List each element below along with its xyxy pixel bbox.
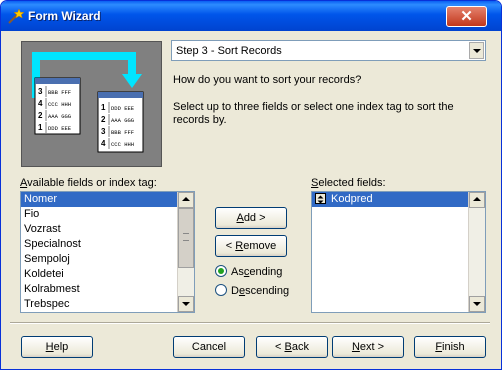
footer-divider: [10, 322, 490, 324]
available-fields-label: Available fields or index tag:: [20, 177, 157, 189]
list-item[interactable]: Sempoloj: [21, 252, 194, 267]
close-icon: ✕: [460, 8, 473, 25]
illustration-row-text: DDD EEE: [111, 105, 135, 112]
sort-illustration: 3 BBB FFF 4 CCC HHH 2 AAA GGG 1 DDD EEE 1 DDD EE…: [21, 41, 162, 167]
list-item[interactable]: Fio: [21, 207, 194, 222]
illustration-row-number: 4: [38, 99, 43, 108]
illustration-row-number: 3: [101, 127, 106, 136]
available-fields-list[interactable]: Nomer Fio Vozrast Specialnost Sempoloj Koldet…: [20, 191, 195, 313]
finish-button[interactable]: Finish: [414, 336, 486, 358]
selected-list-scrollbar[interactable]: [468, 192, 485, 312]
title-bar[interactable]: Form Wizard ✕: [1, 1, 501, 31]
illustration-row-number: 1: [38, 123, 43, 132]
list-item-label: Kodpred: [331, 193, 373, 205]
illustration-row-number: 2: [38, 111, 43, 120]
list-item[interactable]: Specialnost: [21, 237, 194, 252]
illustration-row-number: 3: [38, 87, 43, 96]
illustration-row-text: CCC HHH: [111, 141, 134, 148]
step-dropdown[interactable]: Step 3 - Sort Records: [171, 40, 486, 61]
illustration-row-text: BBB FFF: [48, 89, 71, 96]
sort-question: How do you want to sort your records?: [173, 74, 362, 86]
sort-instructions: Select up to three fields or select one …: [173, 101, 454, 126]
illustration-row-number: 2: [101, 115, 106, 124]
list-item[interactable]: Kolrabmest: [21, 282, 194, 297]
available-list-scrollbar[interactable]: [177, 192, 194, 312]
illustration-row-number: 1: [101, 103, 106, 112]
scroll-up-icon[interactable]: [178, 192, 194, 208]
wizard-body: 3 BBB FFF 4 CCC HHH 2 AAA GGG 1 DDD EEE 1 DDD EE…: [4, 31, 498, 366]
selected-fields-list[interactable]: Kodpred: [311, 191, 486, 313]
close-button[interactable]: ✕: [446, 6, 487, 27]
illustration-row-text: AAA GGG: [111, 117, 134, 124]
cancel-button[interactable]: Cancel: [173, 336, 245, 358]
next-button[interactable]: Next >: [332, 336, 404, 358]
back-button[interactable]: < Back: [256, 336, 328, 358]
wizard-wand-icon: [8, 8, 25, 24]
chevron-down-icon[interactable]: [469, 42, 484, 59]
list-item[interactable]: Nomer: [21, 192, 194, 207]
list-item[interactable]: Vozrast: [21, 222, 194, 237]
list-item[interactable]: Kodpred: [312, 192, 468, 207]
list-item[interactable]: Koldetei: [21, 267, 194, 282]
illustration-row-number: 4: [101, 139, 106, 148]
radio-selected-icon[interactable]: [215, 265, 227, 277]
window-title: Form Wizard: [28, 9, 101, 23]
ascending-label: Ascending: [231, 266, 283, 278]
add-button[interactable]: Add >: [215, 207, 287, 229]
scroll-thumb[interactable]: [178, 208, 194, 268]
remove-button[interactable]: < Remove: [215, 235, 287, 257]
selected-fields-label: Selected fields:: [311, 177, 386, 189]
scroll-up-icon[interactable]: [469, 192, 485, 208]
scroll-down-icon[interactable]: [178, 296, 194, 312]
form-wizard-window: Form Wizard ✕ 3 BBB FFF 4 CCC HHH 2 AAA GGG 1 D…: [0, 0, 502, 370]
sort-order-icon[interactable]: [315, 193, 326, 204]
step-dropdown-value: Step 3 - Sort Records: [176, 45, 282, 57]
illustration-row-text: CCC HHH: [48, 101, 71, 108]
help-button[interactable]: Help: [21, 336, 93, 358]
radio-unselected-icon[interactable]: [215, 284, 227, 296]
descending-label: Descending: [231, 285, 290, 297]
illustration-row-text: DDD EEE: [48, 125, 72, 132]
illustration-row-text: AAA GGG: [48, 113, 71, 120]
sort-records-picture: 3 BBB FFF 4 CCC HHH 2 AAA GGG 1 DDD EEE 1 DDD EE…: [32, 52, 144, 153]
scroll-down-icon[interactable]: [469, 296, 485, 312]
list-item[interactable]: Trebspec: [21, 297, 194, 312]
illustration-row-text: BBB FFF: [111, 129, 134, 136]
